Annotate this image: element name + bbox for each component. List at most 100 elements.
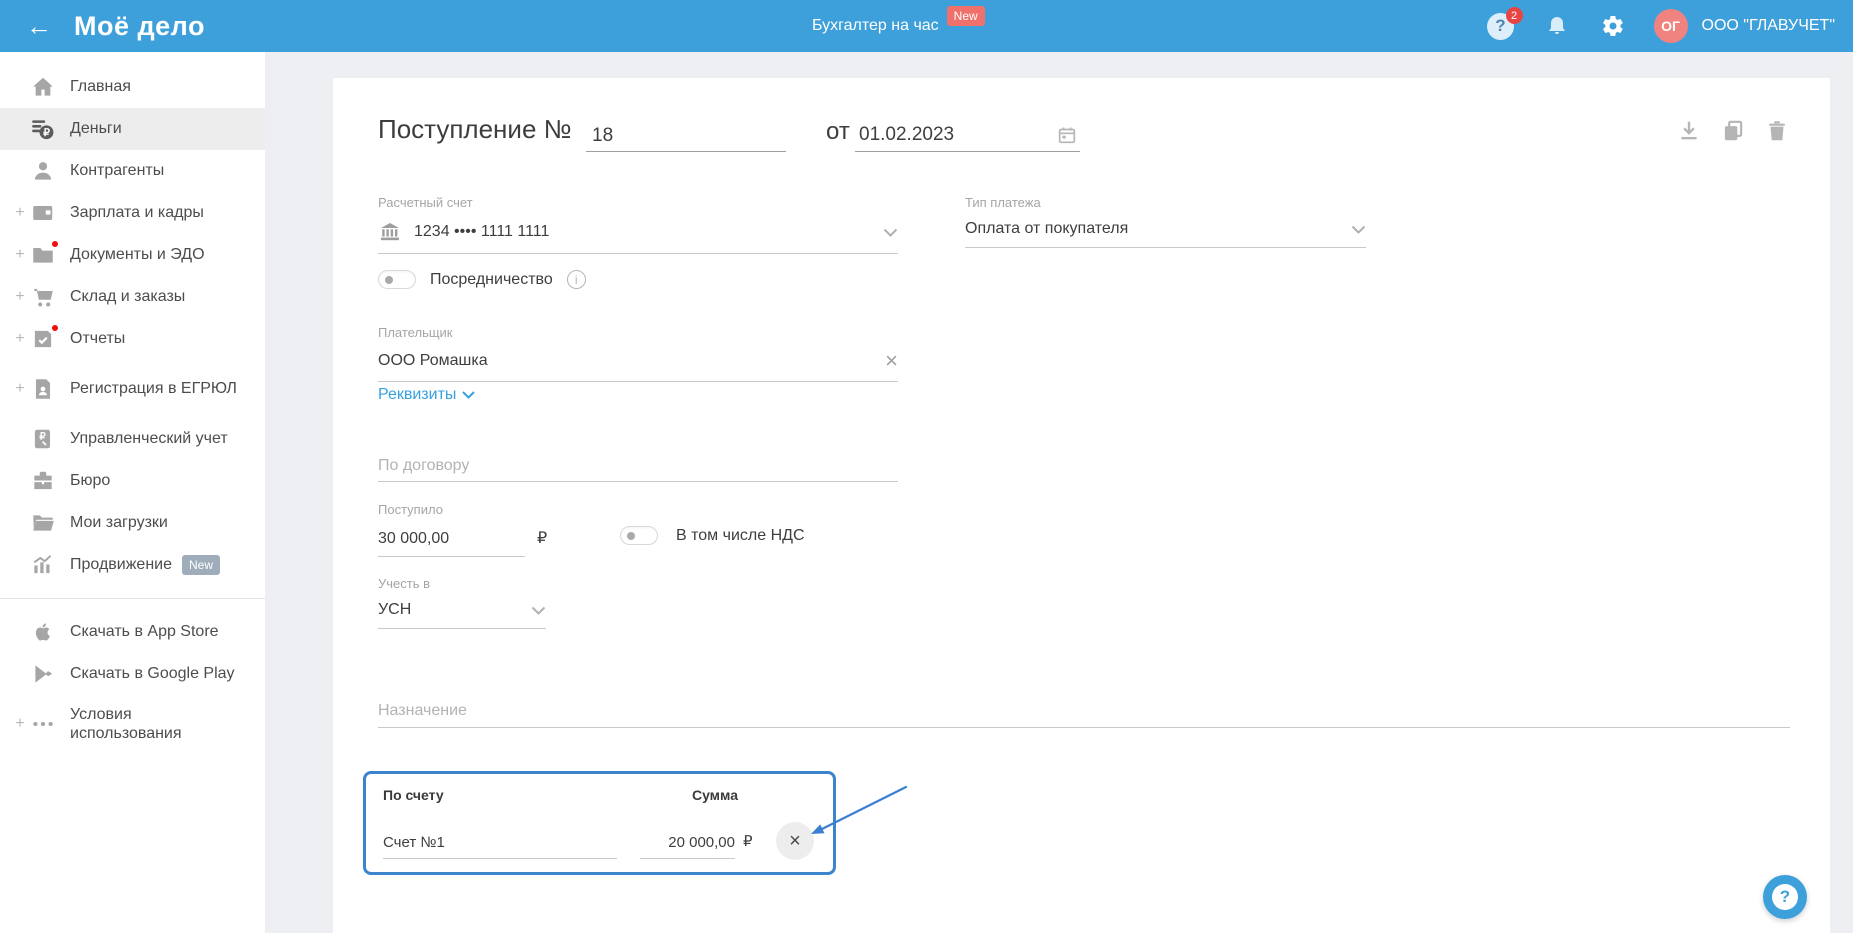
sidebar-item-promotion[interactable]: Продвижение New (0, 544, 265, 586)
dots-icon (30, 711, 56, 737)
chart-icon (30, 552, 56, 578)
sidebar-item-label: Мои загрузки (70, 514, 168, 532)
vat-toggle[interactable] (620, 526, 658, 545)
sidebar-item-label: Управленческий учет (70, 430, 228, 448)
sidebar-item-my-uploads[interactable]: Мои загрузки (0, 502, 265, 544)
amount-column-header: Сумма (691, 787, 738, 803)
payer-value: ООО Ромашка (378, 352, 488, 369)
doc-person-icon (30, 376, 56, 402)
expand-plus-icon: + (15, 715, 25, 732)
sidebar: Главная ₽ Деньги Контрагенты + Зарплата … (0, 52, 265, 933)
currency-symbol: ₽ (743, 833, 753, 850)
download-icon[interactable] (1676, 118, 1702, 144)
sidebar-item-payroll[interactable]: + Зарплата и кадры (0, 192, 265, 234)
sidebar-item-warehouse[interactable]: + Склад и заказы (0, 276, 265, 318)
payment-type-field: Тип платежа Оплата от покупателя (965, 194, 1366, 248)
date-field (855, 120, 1080, 152)
banner-link[interactable]: Бухгалтер на час (812, 17, 939, 35)
chevron-down-icon (1351, 225, 1366, 234)
date-input[interactable] (855, 120, 1035, 150)
help-fab-button[interactable]: ? (1763, 875, 1807, 919)
receipt-form-card: Поступление № от Расчетный счет 1234 •••… (333, 78, 1830, 933)
back-arrow-icon[interactable]: ← (26, 13, 52, 39)
money-icon: ₽ (30, 116, 56, 142)
payment-type-value: Оплата от покупателя (965, 220, 1129, 237)
purpose-input[interactable] (378, 694, 1790, 728)
account-for-value: УСН (378, 601, 412, 618)
mediation-toggle-row: Посредничество i (378, 270, 586, 289)
payer-input-row[interactable]: ООО Ромашка × (378, 350, 898, 382)
currency-symbol: ₽ (537, 530, 548, 547)
settings-button[interactable] (1598, 11, 1628, 41)
vat-label: В том числе НДС (676, 526, 805, 544)
sidebar-item-label: Продвижение (70, 556, 172, 574)
top-header: ← Моё дело Бухгалтер на час New ? 2 ОГ О… (0, 0, 1853, 52)
expand-plus-icon: + (15, 380, 25, 397)
gear-icon (1602, 15, 1623, 37)
invoice-allocation-box: По счету Сумма ₽ × (363, 771, 836, 875)
sidebar-item-home[interactable]: Главная (0, 66, 265, 108)
invoice-name-input[interactable] (383, 826, 617, 859)
header-actions: ? 2 ОГ ООО "ГЛАВУЧЕТ" (1486, 0, 1836, 52)
header-banner[interactable]: Бухгалтер на час New (812, 0, 985, 52)
calendar-icon[interactable] (1056, 124, 1078, 146)
info-icon[interactable]: i (566, 270, 586, 289)
sidebar-item-documents[interactable]: + Документы и ЭДО (0, 234, 265, 276)
user-avatar[interactable]: ОГ (1653, 9, 1688, 43)
company-name[interactable]: ООО "ГЛАВУЧЕТ" (1702, 17, 1836, 35)
sidebar-item-terms[interactable]: + Условия использования (0, 695, 265, 753)
document-number-input[interactable] (586, 120, 786, 152)
expand-plus-icon: + (15, 288, 25, 305)
settlement-account-field: Расчетный счет 1234 •••• 1111 1111 (378, 194, 898, 254)
sidebar-item-money[interactable]: ₽ Деньги (0, 108, 265, 150)
person-icon (30, 158, 56, 184)
sidebar-item-google-play[interactable]: Скачать в Google Play (0, 653, 265, 695)
sidebar-item-reports[interactable]: + Отчеты (0, 318, 265, 360)
sidebar-item-label: Контрагенты (70, 162, 165, 180)
sidebar-item-bureau[interactable]: Бюро (0, 460, 265, 502)
sidebar-item-label: Условия использования (70, 705, 182, 742)
mediation-toggle[interactable] (378, 270, 416, 289)
cart-icon (30, 284, 56, 310)
sidebar-item-label: Регистрация в ЕГРЮЛ (70, 380, 237, 398)
sidebar-item-label: Деньги (70, 120, 122, 138)
clear-icon[interactable]: × (885, 350, 898, 372)
notification-dot (50, 239, 60, 249)
expand-plus-icon: + (15, 204, 25, 221)
field-label: Тип платежа (965, 195, 1041, 210)
help-notification-badge: 2 (1505, 7, 1523, 24)
chevron-down-icon (462, 391, 476, 399)
sidebar-item-label: Скачать в App Store (70, 623, 219, 641)
expand-plus-icon: + (15, 246, 25, 263)
sidebar-item-registration[interactable]: + Регистрация в ЕГРЮЛ (0, 360, 265, 418)
payment-type-select[interactable]: Оплата от покупателя (965, 220, 1366, 248)
banner-new-badge: New (946, 6, 985, 26)
contract-input[interactable] (378, 450, 898, 482)
wallet-icon (30, 200, 56, 226)
trash-icon[interactable] (1764, 118, 1790, 144)
details-link[interactable]: Реквизиты (378, 386, 456, 404)
sidebar-item-management[interactable]: ₽ Управленческий учет (0, 418, 265, 460)
sidebar-item-contractors[interactable]: Контрагенты (0, 150, 265, 192)
details-toggle[interactable]: Реквизиты (378, 386, 476, 404)
bell-icon (1548, 17, 1565, 34)
settlement-account-select[interactable]: 1234 •••• 1111 1111 (378, 220, 898, 254)
account-for-field: Учесть в УСН (378, 575, 546, 629)
notifications-button[interactable] (1542, 11, 1572, 41)
field-label: Учесть в (378, 576, 431, 591)
sidebar-item-label: Документы и ЭДО (70, 246, 205, 264)
help-button[interactable]: ? 2 (1486, 7, 1523, 41)
account-for-select[interactable]: УСН (378, 601, 546, 629)
sidebar-item-label: Главная (70, 78, 131, 96)
mediation-label: Посредничество (430, 270, 553, 288)
copy-icon[interactable] (1720, 118, 1746, 144)
field-label: Плательщик (378, 325, 453, 340)
received-amount-input[interactable] (378, 522, 525, 557)
google-play-icon (30, 661, 56, 687)
vat-toggle-row: В том числе НДС (620, 526, 805, 545)
document-actions (1676, 118, 1790, 144)
question-icon: ? (1772, 884, 1798, 910)
sidebar-item-app-store[interactable]: Скачать в App Store (0, 611, 265, 653)
date-prefix-label: от (826, 118, 850, 145)
invoice-amount-input[interactable] (640, 826, 735, 859)
